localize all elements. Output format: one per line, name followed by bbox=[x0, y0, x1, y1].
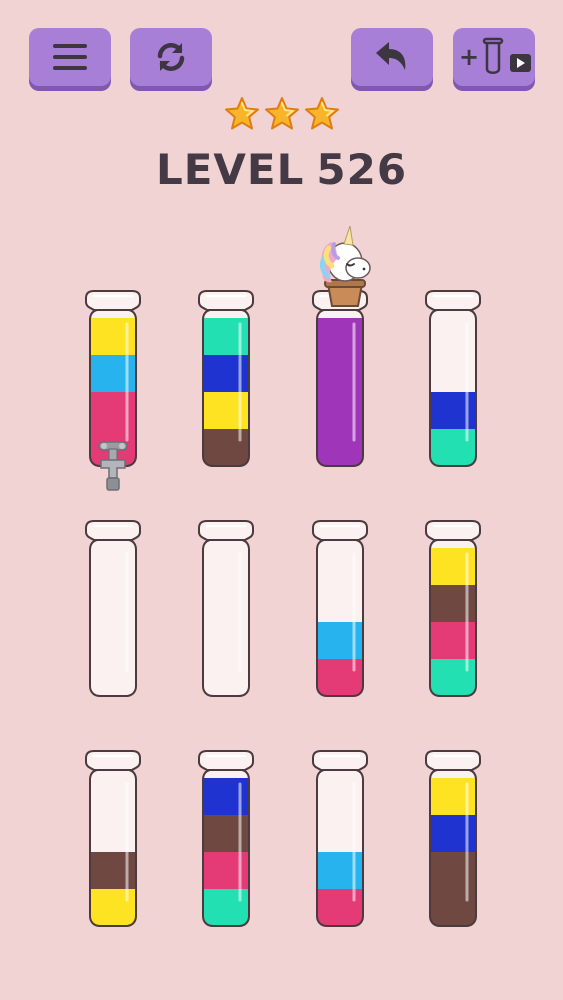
tube-3[interactable] bbox=[307, 290, 373, 468]
tube-8[interactable] bbox=[420, 520, 486, 698]
liquid-segment-brown bbox=[90, 852, 136, 890]
liquid-segment-yellow bbox=[90, 889, 136, 926]
video-ad-icon bbox=[510, 54, 531, 72]
hamburger-menu-icon bbox=[53, 44, 87, 70]
plus-label: + bbox=[459, 43, 479, 71]
tube-7[interactable] bbox=[307, 520, 373, 698]
liquid-segment-purple bbox=[317, 429, 363, 466]
tube-9[interactable] bbox=[80, 750, 146, 928]
liquid-segment-light_blue bbox=[317, 852, 363, 890]
liquid-segment-blue bbox=[203, 355, 249, 393]
liquid-segment-pink bbox=[317, 889, 363, 926]
empty-tube-icon bbox=[482, 37, 504, 74]
tube-rim bbox=[198, 520, 254, 541]
add-tube-button[interactable]: + bbox=[453, 28, 535, 86]
liquid-segment-brown bbox=[203, 815, 249, 853]
level-label: LEVEL bbox=[155, 145, 305, 194]
liquid-segment-yellow bbox=[203, 392, 249, 430]
liquid-segment-light_blue bbox=[317, 622, 363, 660]
undo-arrow-icon bbox=[376, 42, 406, 70]
add-tube-graphic: + bbox=[459, 37, 531, 74]
liquid-segment-blue bbox=[430, 815, 476, 853]
tube-10[interactable] bbox=[193, 750, 259, 928]
liquid-segment-brown bbox=[430, 585, 476, 623]
tube-rim bbox=[425, 290, 481, 311]
restart-arrows-icon bbox=[157, 43, 185, 71]
unicorn-cup-icon bbox=[314, 225, 374, 312]
tube-12[interactable] bbox=[420, 750, 486, 928]
tube-2[interactable] bbox=[193, 290, 259, 468]
liquid-segment-teal bbox=[203, 889, 249, 926]
liquid-segment-pink bbox=[317, 659, 363, 696]
liquid-segment-brown bbox=[430, 852, 476, 890]
tube-5[interactable] bbox=[80, 520, 146, 698]
liquid-segment-brown bbox=[203, 429, 249, 466]
tube-rim bbox=[198, 290, 254, 311]
liquid-segment-pink bbox=[90, 392, 136, 430]
faucet-icon bbox=[96, 438, 130, 492]
liquid-segment-teal bbox=[430, 429, 476, 466]
tube-rim bbox=[198, 750, 254, 771]
tube-glass bbox=[90, 540, 136, 696]
liquid-segment-pink bbox=[430, 622, 476, 660]
restart-button[interactable] bbox=[130, 28, 212, 86]
liquid-segment-purple bbox=[317, 392, 363, 430]
level-title: LEVEL 526 bbox=[156, 145, 407, 194]
tube-rim bbox=[312, 520, 368, 541]
star-icon bbox=[264, 96, 300, 132]
game-screen: + LEVEL 526 bbox=[0, 0, 563, 1000]
liquid-segment-brown bbox=[430, 889, 476, 926]
liquid-segment-yellow bbox=[430, 548, 476, 586]
tube-rim bbox=[425, 750, 481, 771]
level-stars bbox=[0, 96, 563, 132]
tube-rim bbox=[85, 750, 141, 771]
liquid-segment-blue bbox=[203, 778, 249, 816]
tube-rim bbox=[312, 750, 368, 771]
tube-rim bbox=[425, 520, 481, 541]
undo-button[interactable] bbox=[351, 28, 433, 86]
liquid-segment-purple bbox=[317, 318, 363, 356]
menu-button[interactable] bbox=[29, 28, 111, 86]
tube-rim bbox=[85, 520, 141, 541]
liquid-segment-purple bbox=[317, 355, 363, 393]
tube-glass bbox=[203, 540, 249, 696]
star-icon bbox=[304, 96, 340, 132]
liquid-segment-pink bbox=[203, 852, 249, 890]
liquid-segment-blue bbox=[430, 392, 476, 430]
star-icon bbox=[224, 96, 260, 132]
liquid-segment-teal bbox=[430, 659, 476, 696]
liquid-segment-yellow bbox=[90, 318, 136, 356]
tube-6[interactable] bbox=[193, 520, 259, 698]
liquid-segment-teal bbox=[203, 318, 249, 356]
liquid-segment-yellow bbox=[430, 778, 476, 816]
tube-rim bbox=[85, 290, 141, 311]
level-number: 526 bbox=[316, 145, 408, 194]
liquid-segment-light_blue bbox=[90, 355, 136, 393]
tube-4[interactable] bbox=[420, 290, 486, 468]
tube-11[interactable] bbox=[307, 750, 373, 928]
